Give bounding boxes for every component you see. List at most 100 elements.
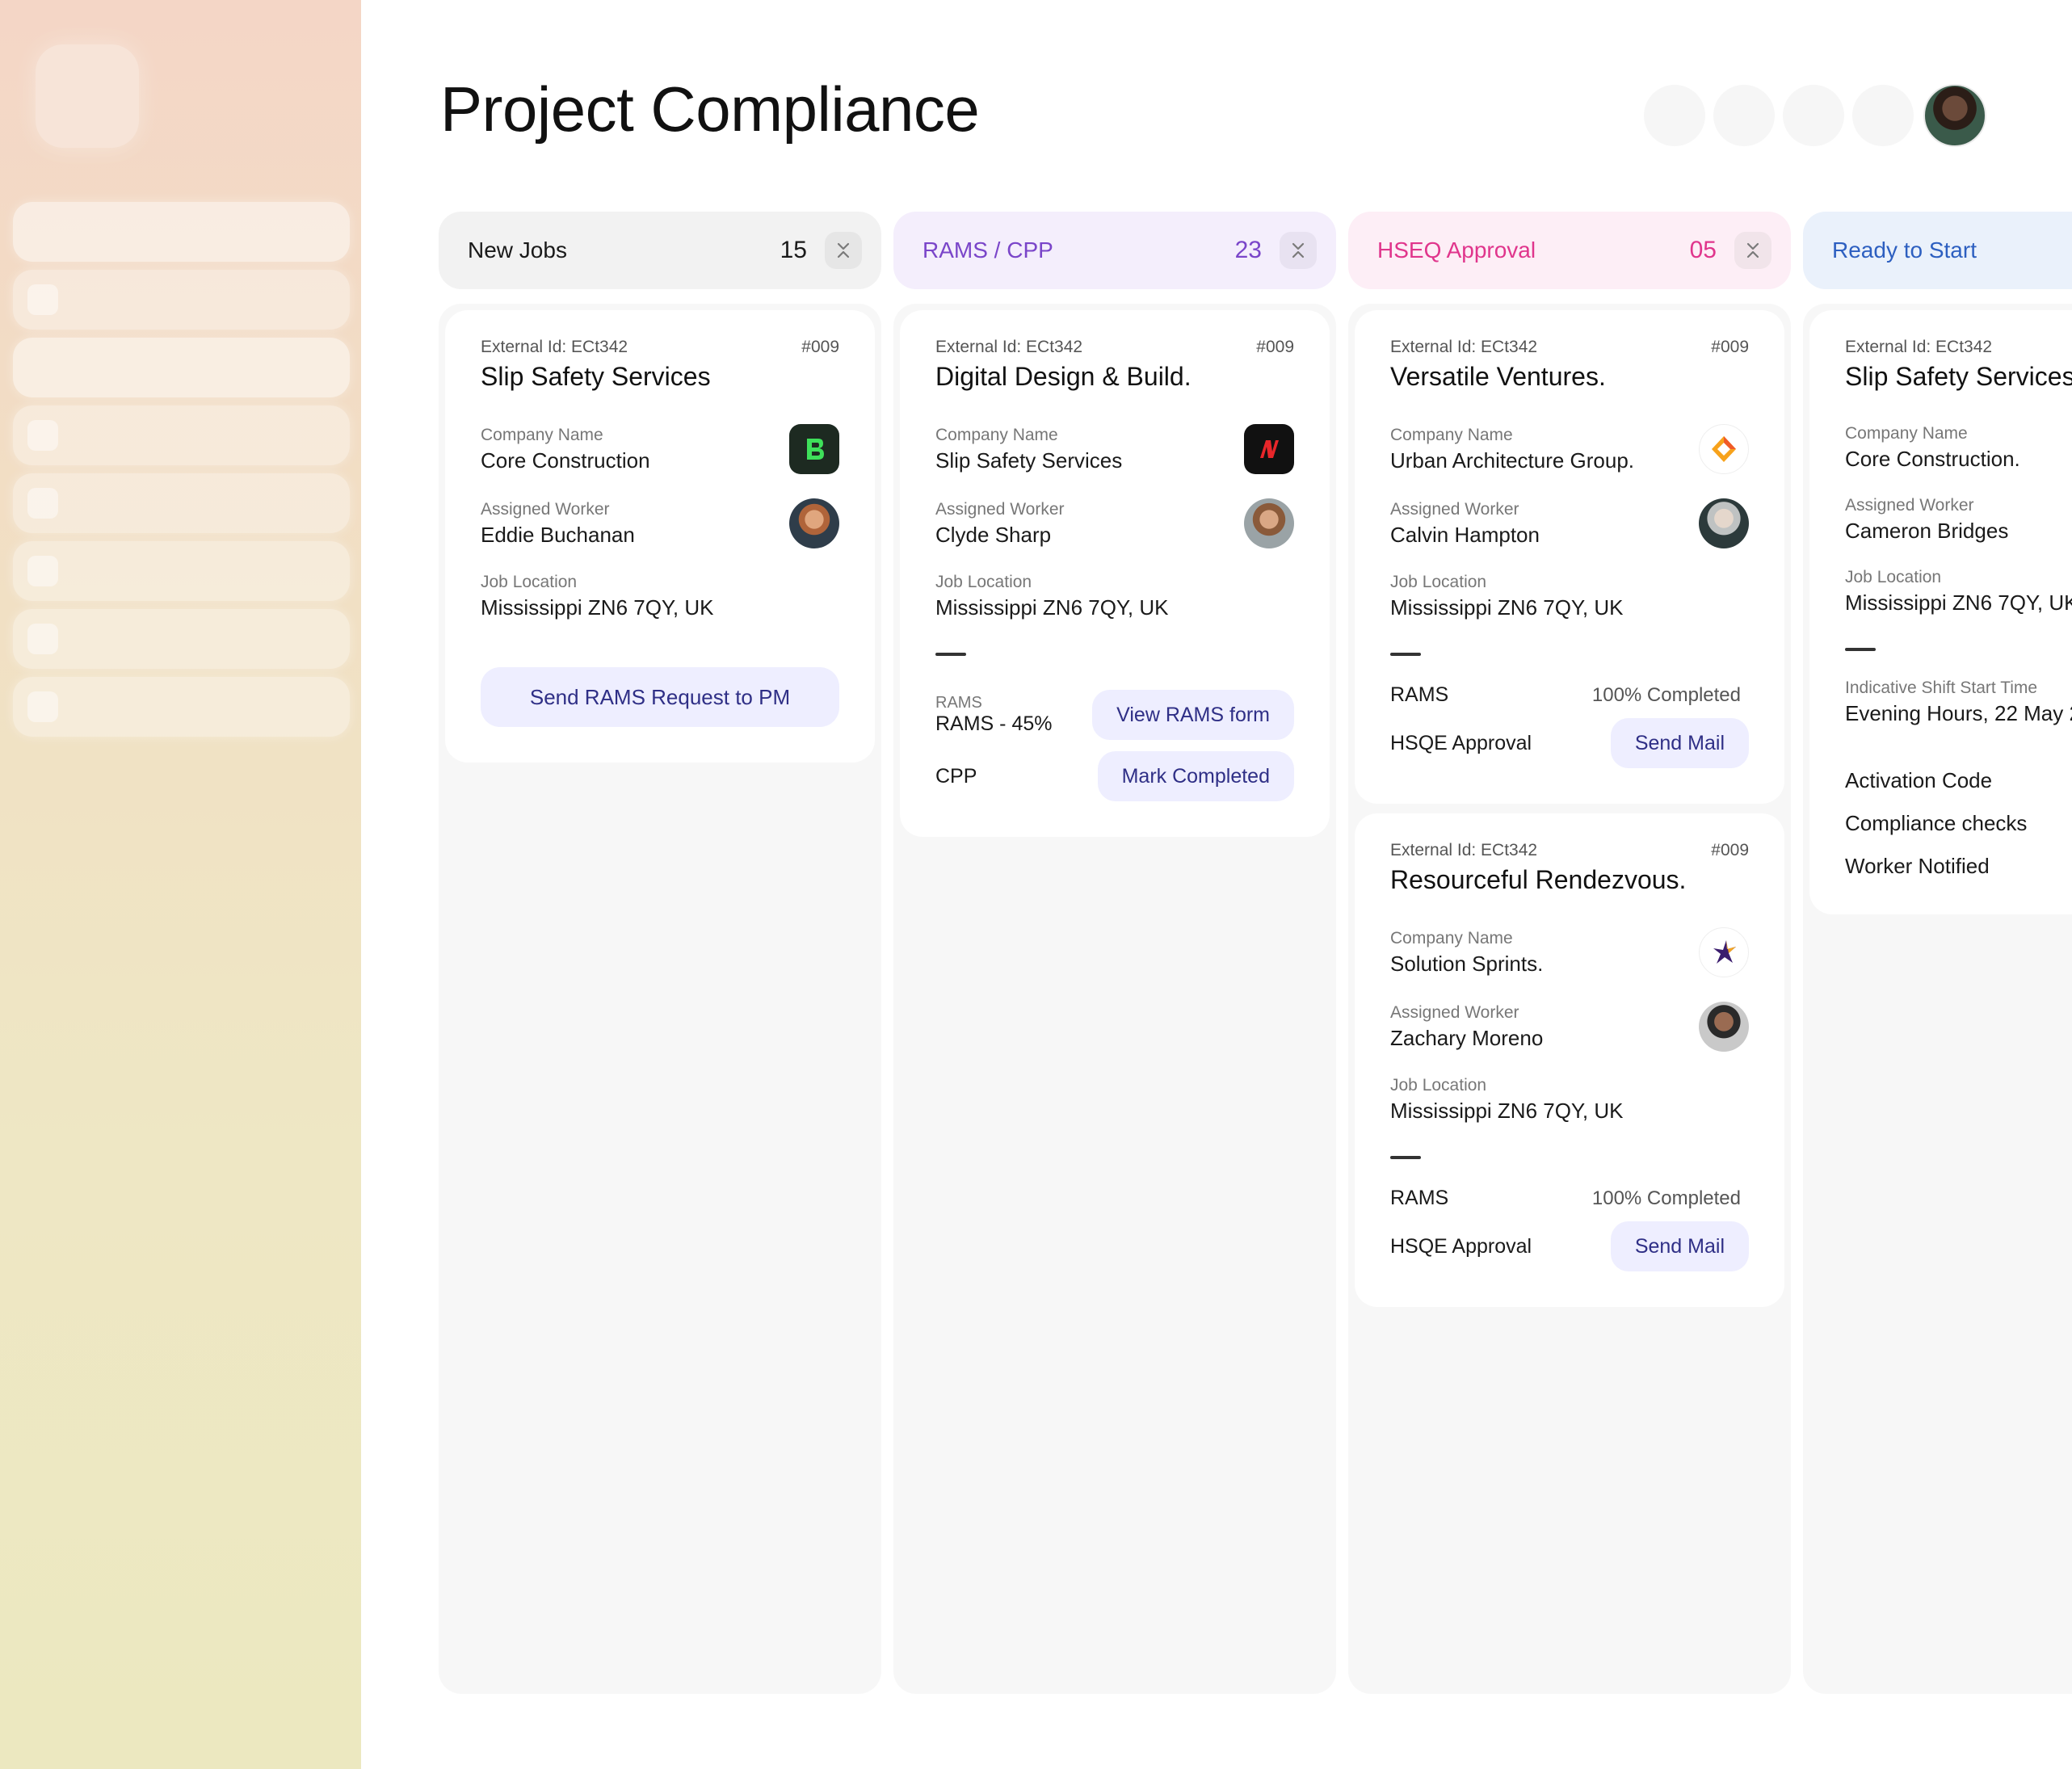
field-label: Assigned Worker: [1390, 499, 1519, 519]
sidebar-item[interactable]: [13, 405, 350, 465]
star-logo-icon: [1699, 927, 1749, 977]
collapse-arrows-icon[interactable]: [1734, 232, 1771, 269]
column-header: Ready to Start: [1803, 212, 2072, 289]
field-label: Assigned Worker: [1845, 496, 1974, 515]
collapse-arrows-icon[interactable]: [825, 232, 862, 269]
worker-name: Calvin Hampton: [1390, 522, 1540, 547]
kanban-board: New Jobs 15 External Id: ECt342 #009 Sli…: [439, 212, 2072, 1694]
cpp-row: CPP Mark Completed: [935, 751, 1294, 801]
external-id: External Id: ECt342: [935, 338, 1083, 356]
company-field: Company Name Urban Architecture Group.: [1390, 424, 1749, 474]
field-label: Job Location: [935, 573, 1032, 591]
send-rams-request-button[interactable]: Send RAMS Request to PM: [481, 667, 839, 727]
company-field: Company Name Solution Sprints.: [1390, 927, 1749, 977]
check-worker-notified: Worker Notified: [1845, 854, 1990, 878]
user-avatar[interactable]: [1923, 84, 1986, 147]
external-id: External Id: ECt342: [1390, 841, 1538, 859]
job-location: Mississippi ZN6 7QY, UK: [935, 595, 1169, 620]
divider: [1845, 648, 1876, 651]
send-mail-button[interactable]: Send Mail: [1610, 1221, 1749, 1271]
sidebar-item[interactable]: [13, 270, 350, 330]
rams-label: RAMS: [1390, 1187, 1449, 1209]
worker-name: Eddie Buchanan: [481, 522, 635, 547]
job-number: #009: [1711, 841, 1749, 859]
header-action-button[interactable]: [1783, 85, 1844, 146]
job-number: #009: [1711, 338, 1749, 356]
job-card[interactable]: External Id: ECt342 #009 Versatile Ventu…: [1355, 310, 1784, 804]
send-mail-button[interactable]: Send Mail: [1610, 718, 1749, 768]
company-name: Core Construction: [481, 448, 650, 473]
company-field: Company Name Slip Safety Services: [935, 424, 1294, 474]
company-field: Company Name Core Construction.: [1845, 424, 2072, 472]
sidebar-item[interactable]: [13, 541, 350, 601]
hsqe-row: HSQE Approval Send Mail: [1390, 1221, 1749, 1271]
job-location: Mississippi ZN6 7QY, UK: [1390, 595, 1624, 620]
sidebar-item[interactable]: [13, 338, 350, 397]
job-card[interactable]: External Id: ECt342 #009 Digital Design …: [900, 310, 1330, 837]
job-title: Resourceful Rendezvous.: [1390, 865, 1687, 894]
check-activation-code: Activation Code: [1845, 768, 1993, 792]
column-body: External Id: ECt342 #009 Slip Safety Ser…: [439, 304, 881, 1694]
worker-name: Clyde Sharp: [935, 522, 1052, 547]
header-action-button[interactable]: [1713, 85, 1775, 146]
check-compliance: Compliance checks: [1845, 811, 2028, 835]
header-action-button[interactable]: [1644, 85, 1705, 146]
shift-time: Evening Hours, 22 May 20: [1845, 701, 2072, 725]
field-label: Assigned Worker: [1390, 1002, 1519, 1022]
job-card[interactable]: External Id: ECt342 #009 Resourceful Ren…: [1355, 813, 1784, 1307]
external-id: External Id: ECt342: [1845, 338, 1993, 356]
nav-icon: [27, 691, 58, 722]
column-title: HSEQ Approval: [1377, 237, 1536, 263]
b-logo-icon: [789, 424, 839, 474]
field-label: Job Location: [1845, 568, 1942, 586]
field-label: Assigned Worker: [935, 499, 1065, 519]
job-title: Slip Safety Services: [1845, 362, 2072, 391]
company-name: Urban Architecture Group.: [1390, 448, 1635, 473]
column-title: RAMS / CPP: [923, 237, 1053, 263]
field-label: Job Location: [1390, 573, 1487, 591]
column-ready-to-start: Ready to Start External Id: ECt342 Slip …: [1803, 212, 2072, 1694]
job-title: Slip Safety Services: [481, 362, 711, 391]
column-count: 05: [1689, 237, 1717, 263]
job-number: #009: [801, 338, 839, 356]
field-label: Company Name: [1845, 424, 1968, 443]
collapse-arrows-icon[interactable]: [1280, 232, 1317, 269]
column-rams-cpp: RAMS / CPP 23 External Id: ECt342 #009 D…: [893, 212, 1336, 1694]
column-header: New Jobs 15: [439, 212, 881, 289]
job-title: Digital Design & Build.: [935, 362, 1192, 391]
location-field: Job Location Mississippi ZN6 7QY, UK: [481, 573, 839, 620]
sidebar: [0, 0, 361, 1769]
worker-avatar: [1699, 1002, 1749, 1052]
company-name: Slip Safety Services: [935, 448, 1123, 473]
rams-progress: RAMS - 45%: [935, 712, 1053, 735]
worker-field: Assigned Worker Eddie Buchanan: [481, 498, 839, 548]
cpp-label: CPP: [935, 764, 977, 788]
shift-label: Indicative Shift Start Time: [1845, 679, 2038, 697]
sidebar-item[interactable]: [13, 677, 350, 737]
company-name: Solution Sprints.: [1390, 951, 1544, 976]
sidebar-item[interactable]: [13, 609, 350, 669]
sidebar-item[interactable]: [13, 473, 350, 533]
job-title: Versatile Ventures.: [1390, 362, 1606, 391]
header-action-button[interactable]: [1852, 85, 1914, 146]
sidebar-nav: [13, 202, 350, 745]
column-title: Ready to Start: [1832, 237, 1977, 263]
worker-avatar: [1699, 498, 1749, 548]
job-card[interactable]: External Id: ECt342 Slip Safety Services…: [1809, 310, 2072, 914]
location-field: Job Location Mississippi ZN6 7QY, UK: [1390, 1076, 1749, 1124]
external-id: External Id: ECt342: [481, 338, 628, 356]
hsqe-label: HSQE Approval: [1390, 1234, 1532, 1258]
column-count: 23: [1234, 237, 1262, 263]
column-header: HSEQ Approval 05: [1348, 212, 1791, 289]
sidebar-item[interactable]: [13, 202, 350, 262]
job-card[interactable]: External Id: ECt342 #009 Slip Safety Ser…: [445, 310, 875, 763]
view-rams-form-button[interactable]: View RAMS form: [1092, 690, 1294, 740]
worker-avatar: [1244, 498, 1294, 548]
mark-completed-button[interactable]: Mark Completed: [1097, 751, 1294, 801]
field-label: Job Location: [1390, 1076, 1487, 1095]
divider: [1390, 653, 1421, 656]
job-location: Mississippi ZN6 7QY, UK: [1845, 590, 2072, 615]
worker-name: Cameron Bridges: [1845, 519, 2009, 543]
rams-row: RAMS RAMS - 45% View RAMS form: [935, 690, 1294, 740]
field-label: Company Name: [1390, 425, 1513, 444]
